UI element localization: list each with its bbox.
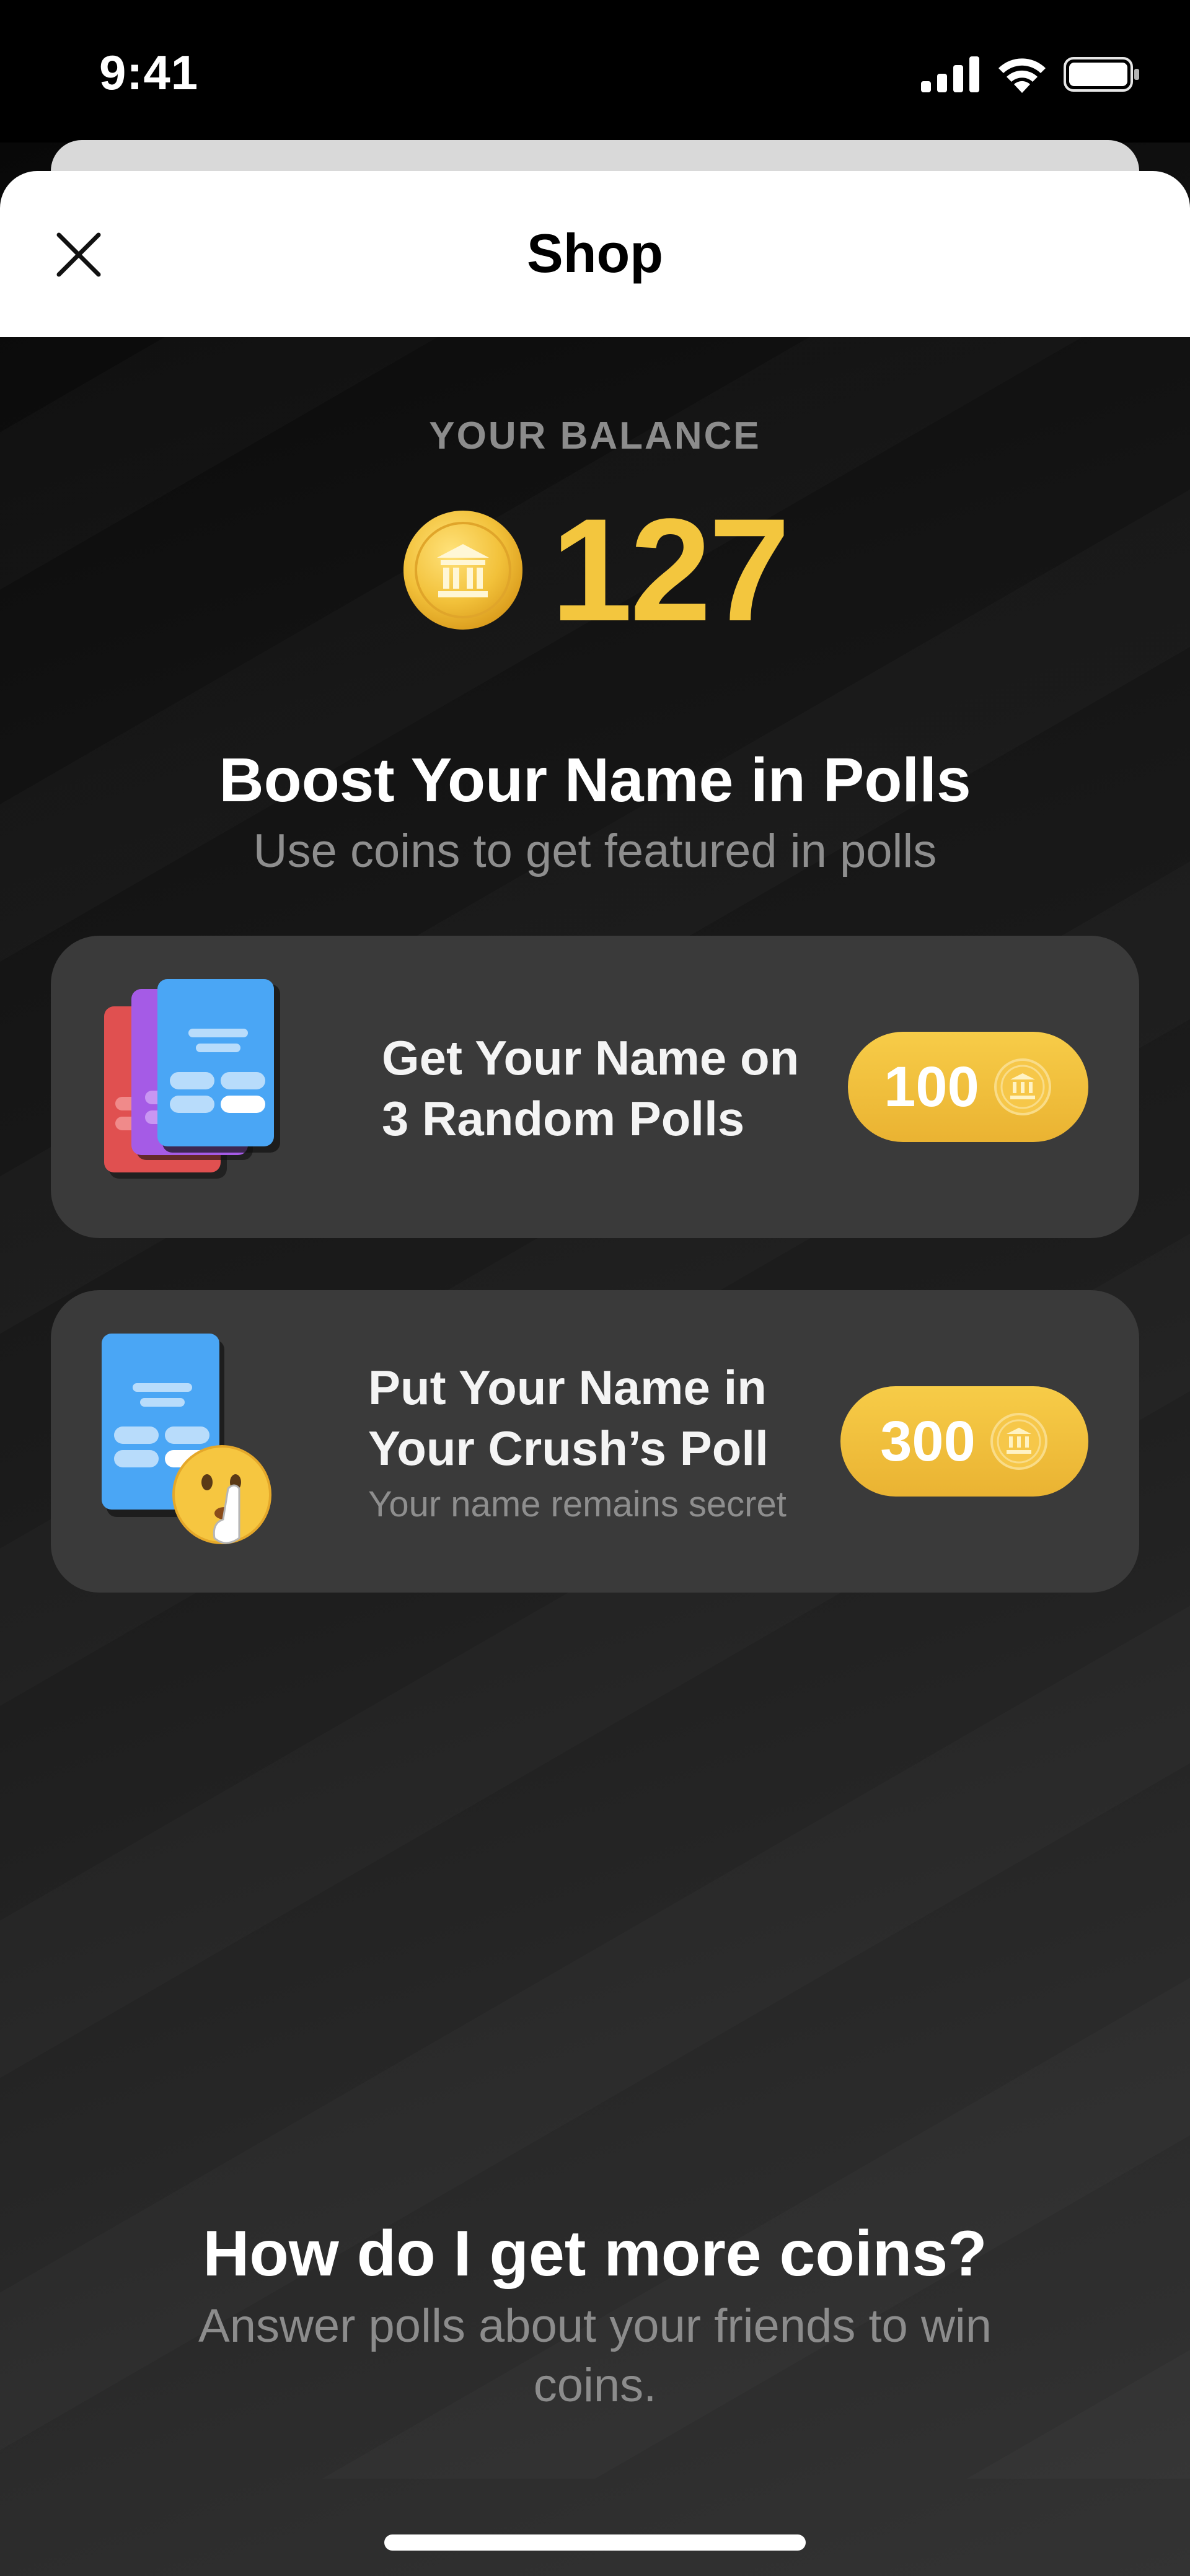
balance-display: 127 (0, 496, 1190, 644)
offer-subtitle: Your name remains secret (368, 1484, 787, 1524)
faq-title: How do I get more coins? (203, 2218, 987, 2290)
price-button[interactable]: 100 (848, 1032, 1088, 1142)
shop-screen: 9:41 Shop YOUR BALANCE 127 Boost Your Na… (0, 0, 1190, 2576)
page-title: Shop (527, 222, 663, 284)
coin-icon (403, 511, 523, 630)
offer-title-line2: Your Crush’s Poll (368, 1421, 769, 1475)
boost-title: Boost Your Name in Polls (219, 745, 971, 815)
offer-title-line2: 3 Random Polls (382, 1091, 745, 1146)
balance-label: YOUR BALANCE (429, 415, 761, 457)
balance-value: 127 (551, 488, 790, 652)
cellular-signal-icon (921, 56, 979, 92)
stacked-polls-icon (104, 979, 280, 1179)
battery-icon (1064, 57, 1139, 92)
secret-poll-icon (102, 1334, 271, 1544)
status-time: 9:41 (99, 45, 199, 100)
offer-title-line1: Get Your Name on (382, 1031, 800, 1085)
price-value: 100 (884, 1055, 979, 1119)
status-icons (921, 53, 1140, 96)
offer-text: Get Your Name on 3 Random Polls (382, 1027, 878, 1149)
boost-subtitle: Use coins to get featured in polls (253, 825, 937, 877)
price-value: 300 (880, 1409, 976, 1473)
offer-title-line1: Put Your Name in (368, 1360, 767, 1415)
offer-text: Put Your Name in Your Crush’s Poll Your … (368, 1357, 883, 1525)
price-button[interactable]: 300 (840, 1386, 1088, 1497)
faq-text: Answer polls about your friends to win c… (198, 2300, 992, 2412)
wifi-icon (998, 58, 1046, 93)
offer-card-random-polls[interactable]: Get Your Name on 3 Random Polls 100 (51, 936, 1139, 1238)
offer-card-crush-poll[interactable]: Put Your Name in Your Crush’s Poll Your … (51, 1290, 1139, 1593)
modal-header: Shop (0, 171, 1190, 337)
coin-icon (994, 1058, 1051, 1115)
home-indicator[interactable] (384, 2534, 806, 2551)
coin-icon (990, 1413, 1047, 1470)
status-bar: 9:41 (0, 0, 1190, 143)
